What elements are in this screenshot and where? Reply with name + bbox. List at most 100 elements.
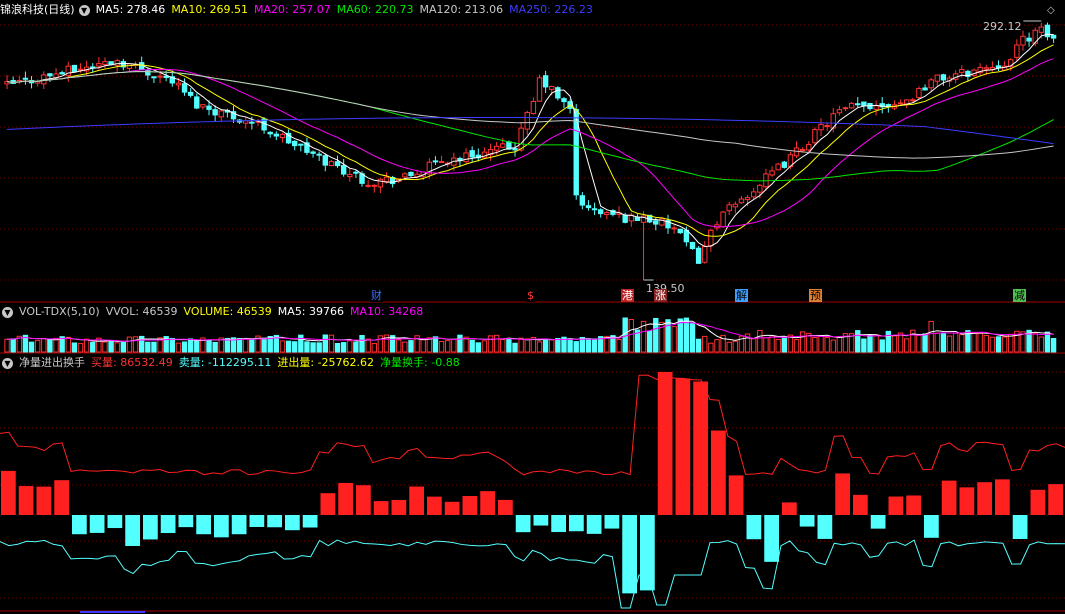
volume-bar [983,334,989,353]
collapse-icon[interactable]: ◇ [1047,5,1055,16]
netflow-bar [54,480,69,515]
candle-body [799,149,806,152]
candle-body [806,143,812,151]
netflow-bar [515,515,531,533]
candle-body [187,91,194,96]
buy-label: 买量: 86532.49 [91,356,173,369]
turnover-label: 净量换手: -0.88 [380,356,460,369]
volume-bar [989,336,996,353]
candle-body [744,197,751,201]
netflow-bar [924,515,939,538]
netflow-bar [995,479,1010,515]
candle-body [524,111,530,130]
volume-bar [518,337,524,353]
event-tag[interactable]: 港 [621,289,634,302]
volume-bar [500,339,506,353]
netflow-bar [693,381,708,515]
volume-bar [359,335,365,353]
volume-bar [542,338,549,353]
event-tag[interactable]: 减 [1013,289,1026,302]
candle-body [653,220,659,225]
volume-bar [781,337,787,353]
volume-bar [714,339,720,353]
volume-bar [928,320,934,353]
volume-bar [567,338,573,353]
volume-bar [206,339,212,353]
indicator-header: ▼ 净量进出换手 买量: 86532.49 卖量: -112295.11 进出量: -2… [0,355,466,371]
ma60-label: MA60: 220.73 [336,3,414,16]
volume-bar [347,340,353,353]
volume-bar [261,337,267,353]
candle-body [47,73,53,77]
dropdown-icon[interactable]: ▼ [2,357,13,369]
volume-bar [396,339,402,353]
volume-bar [420,339,426,353]
dropdown-icon[interactable]: ▼ [2,306,13,318]
ma10-label: MA10: 269.51 [171,3,249,16]
event-tag[interactable]: 解 [735,289,748,302]
volume-bar [726,341,732,353]
candle-body [751,191,757,198]
volume-bar [316,342,322,353]
netflow-bar [870,515,886,529]
candle-body [622,214,628,223]
volume-bar [769,335,775,353]
volume-bar [916,334,922,353]
candle-body [151,76,157,79]
netflow-bar [1,470,16,515]
candle-body [500,143,506,148]
vol-ma10-label: MA10: 34268 [350,305,424,318]
candle-body [383,176,390,182]
candle-body [408,171,414,177]
volume-bar [757,329,763,353]
volume-bar [451,339,457,353]
event-tag[interactable]: 预 [809,289,822,302]
volume-bar [977,332,983,353]
candle-body [983,67,989,70]
volume-bar [824,336,830,353]
volume-bar [340,342,347,353]
netflow-bar [89,515,105,533]
volume-bar [836,336,843,353]
volume-bar [432,336,439,353]
candle-body [812,129,818,144]
candle-body [598,209,604,215]
volume-bar [408,340,414,353]
netflow-bar [160,515,176,534]
volume-bar [867,334,873,353]
candle-body [757,184,763,193]
candle-body [512,148,518,151]
netflow-bar [72,515,87,535]
netflow-bar [196,515,211,535]
candle-body [591,208,598,211]
candle-body [334,161,341,167]
candle-body [671,227,677,230]
event-tag[interactable]: 财 [370,289,383,302]
netflow-bar [391,499,407,515]
volume-bar [169,337,176,353]
candle-body [873,105,879,110]
volume-bar [298,334,304,353]
candle-body [732,203,739,208]
main-header: 锦浪科技(日线) ▼ MA5: 278.46 MA10: 269.51 MA20: 25… [0,2,599,18]
candle-body [836,109,843,114]
candle-body [175,82,182,86]
candle-body [940,74,947,81]
volume-bar [940,333,947,353]
netflow-bar [657,372,673,515]
event-tag[interactable]: $ [526,289,535,302]
volume-bar [181,341,188,353]
netflow-bar [711,430,726,515]
volume-bar [873,334,879,353]
netflow-bar [231,515,247,535]
volume-bar [1038,336,1045,353]
candle-body [848,102,855,109]
candle-body [549,86,555,90]
event-tag[interactable]: 涨 [654,289,667,302]
candle-body [585,205,592,209]
dropdown-icon[interactable]: ▼ [78,4,90,16]
volume-bar [77,342,84,353]
vol-ma5-label: MA5: 39766 [277,305,345,318]
volume-bar [934,332,940,353]
volume-bar [28,341,35,353]
